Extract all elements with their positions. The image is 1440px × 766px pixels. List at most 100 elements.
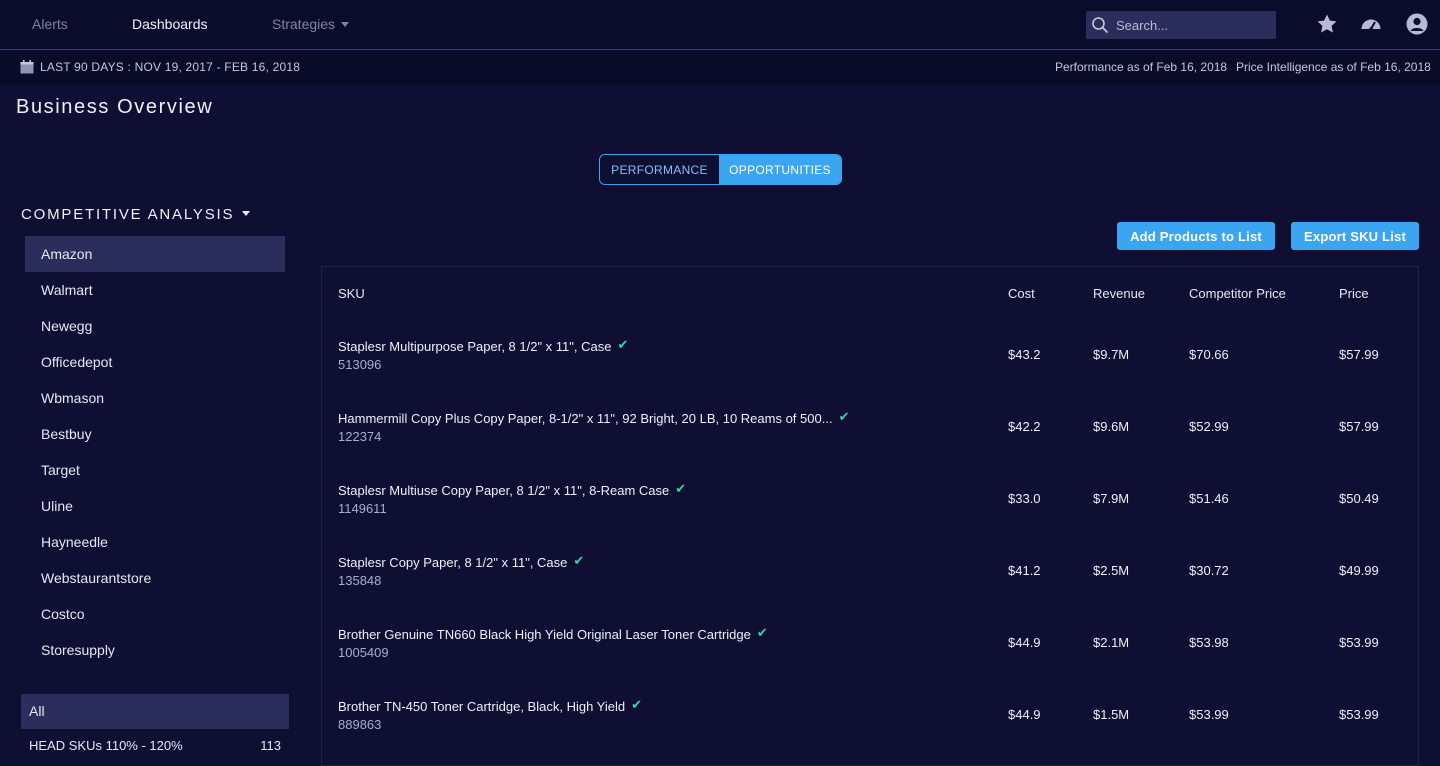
revenue-cell: $7.9M bbox=[1093, 491, 1130, 506]
competitor-item-storesupply[interactable]: Storesupply bbox=[25, 632, 285, 668]
revenue-cell: $9.6M bbox=[1093, 419, 1130, 434]
competitor-item-webstaurantstore[interactable]: Webstaurantstore bbox=[25, 560, 285, 596]
sku-number: 513096 bbox=[338, 357, 382, 372]
cost-cell: $42.2 bbox=[1008, 419, 1041, 434]
product-name-text: Brother TN-450 Toner Cartridge, Black, H… bbox=[338, 699, 626, 714]
competitor-item-amazon[interactable]: Amazon bbox=[25, 236, 285, 272]
competitor-price-cell: $51.46 bbox=[1189, 491, 1229, 506]
add-products-to-list-button[interactable]: Add Products to List bbox=[1117, 222, 1275, 250]
competitor-item-costco[interactable]: Costco bbox=[25, 596, 285, 632]
column-header-sku[interactable]: SKU bbox=[338, 286, 365, 301]
column-header-price[interactable]: Price bbox=[1339, 286, 1369, 301]
revenue-cell: $2.1M bbox=[1093, 635, 1130, 650]
sku-number: 1149611 bbox=[338, 501, 387, 516]
cost-cell: $43.2 bbox=[1008, 347, 1041, 362]
competitor-price-cell: $52.99 bbox=[1189, 419, 1229, 434]
competitor-item-newegg[interactable]: Newegg bbox=[25, 308, 285, 344]
price-cell: $50.49 bbox=[1339, 491, 1379, 506]
competitor-price-cell: $30.72 bbox=[1189, 563, 1229, 578]
competitive-analysis-dropdown[interactable]: COMPETITIVE ANALYSIS bbox=[21, 206, 251, 223]
column-header-revenue[interactable]: Revenue bbox=[1093, 286, 1145, 301]
competitor-price-cell: $53.98 bbox=[1189, 635, 1229, 650]
product-name[interactable]: Staplesr Multipurpose Paper, 8 1/2" x 11… bbox=[338, 337, 628, 354]
competitor-item-officedepot[interactable]: Officedepot bbox=[25, 344, 285, 380]
calendar-icon[interactable] bbox=[20, 60, 34, 74]
competitor-item-bestbuy[interactable]: Bestbuy bbox=[25, 416, 285, 452]
product-name[interactable]: Brother Genuine TN660 Black High Yield O… bbox=[338, 625, 768, 642]
search-input[interactable] bbox=[1086, 11, 1276, 39]
price-cell: $53.99 bbox=[1339, 635, 1379, 650]
product-name-text: Staplesr Multipurpose Paper, 8 1/2" x 11… bbox=[338, 339, 612, 354]
checkmark-icon: ✔ bbox=[617, 337, 629, 352]
checkmark-icon: ✔ bbox=[631, 697, 643, 712]
competitor-price-cell: $53.99 bbox=[1189, 707, 1229, 722]
star-icon[interactable] bbox=[1315, 12, 1339, 36]
price-cell: $53.99 bbox=[1339, 707, 1379, 722]
date-range-label[interactable]: LAST 90 DAYS : NOV 19, 2017 - FEB 16, 20… bbox=[40, 60, 300, 74]
revenue-cell: $2.5M bbox=[1093, 563, 1130, 578]
tab-opportunities[interactable]: OPPORTUNITIES bbox=[719, 155, 841, 184]
competitor-item-hayneedle[interactable]: Hayneedle bbox=[25, 524, 285, 560]
nav-strategies[interactable]: Strategies bbox=[272, 16, 350, 32]
nav-strategies-label: Strategies bbox=[272, 16, 336, 32]
checkmark-icon: ✔ bbox=[838, 409, 850, 424]
competitor-price-cell: $70.66 bbox=[1189, 347, 1229, 362]
price-cell: $57.99 bbox=[1339, 419, 1379, 434]
cost-cell: $41.2 bbox=[1008, 563, 1041, 578]
table-row[interactable]: Staplesr Copy Paper, 8 1/2" x 11", Case ✔… bbox=[322, 543, 1418, 615]
performance-asof: Performance as of Feb 16, 2018 bbox=[1055, 60, 1228, 74]
product-name-text: Staplesr Multiuse Copy Paper, 8 1/2" x 1… bbox=[338, 483, 670, 498]
product-name[interactable]: Staplesr Copy Paper, 8 1/2" x 11", Case ✔ bbox=[338, 553, 584, 570]
price-intelligence-asof: Price Intelligence as of Feb 16, 2018 bbox=[1236, 60, 1431, 74]
nav-dashboards[interactable]: Dashboards bbox=[132, 16, 208, 32]
product-name[interactable]: Hammermill Copy Plus Copy Paper, 8-1/2" … bbox=[338, 409, 849, 426]
sku-number: 889863 bbox=[338, 717, 382, 732]
revenue-cell: $9.7M bbox=[1093, 347, 1130, 362]
cost-cell: $33.0 bbox=[1008, 491, 1041, 506]
competitor-item-uline[interactable]: Uline bbox=[25, 488, 285, 524]
tab-performance[interactable]: PERFORMANCE bbox=[600, 155, 719, 184]
competitor-item-wbmason[interactable]: Wbmason bbox=[25, 380, 285, 416]
product-name[interactable]: Brother TN-450 Toner Cartridge, Black, H… bbox=[338, 697, 642, 714]
checkmark-icon: ✔ bbox=[675, 481, 687, 496]
cost-cell: $44.9 bbox=[1008, 635, 1041, 650]
sku-number: 122374 bbox=[338, 429, 382, 444]
chevron-down-icon bbox=[341, 22, 350, 27]
column-header-cost[interactable]: Cost bbox=[1008, 286, 1035, 301]
sku-number: 135848 bbox=[338, 573, 382, 588]
nav-alerts[interactable]: Alerts bbox=[32, 16, 68, 32]
product-name-text: Staplesr Copy Paper, 8 1/2" x 11", Case bbox=[338, 555, 568, 570]
table-row[interactable]: Brother TN-450 Toner Cartridge, Black, H… bbox=[322, 687, 1418, 759]
product-name-text: Brother Genuine TN660 Black High Yield O… bbox=[338, 627, 751, 642]
search-icon bbox=[1092, 17, 1108, 33]
table-row[interactable]: Staplesr Multipurpose Paper, 8 1/2" x 11… bbox=[322, 327, 1418, 399]
date-range-bar: LAST 90 DAYS : NOV 19, 2017 - FEB 16, 20… bbox=[0, 51, 1440, 85]
product-name[interactable]: Staplesr Multiuse Copy Paper, 8 1/2" x 1… bbox=[338, 481, 686, 498]
filter-all[interactable]: All bbox=[21, 694, 289, 729]
view-toggle: PERFORMANCE OPPORTUNITIES bbox=[599, 154, 842, 185]
chevron-down-icon bbox=[242, 211, 251, 216]
competitor-item-walmart[interactable]: Walmart bbox=[25, 272, 285, 308]
table-row[interactable]: Hammermill Copy Plus Copy Paper, 8-1/2" … bbox=[322, 399, 1418, 471]
competitive-analysis-title: COMPETITIVE ANALYSIS bbox=[21, 206, 235, 223]
column-header-competitor-price[interactable]: Competitor Price bbox=[1189, 286, 1286, 301]
page-title: Business Overview bbox=[16, 96, 214, 118]
competitor-list: Amazon Walmart Newegg Officedepot Wbmaso… bbox=[25, 236, 285, 668]
cost-cell: $44.9 bbox=[1008, 707, 1041, 722]
competitor-item-target[interactable]: Target bbox=[25, 452, 285, 488]
sku-table: SKU Cost Revenue Competitor Price Price … bbox=[321, 266, 1419, 766]
table-row[interactable]: Staplesr Multiuse Copy Paper, 8 1/2" x 1… bbox=[322, 471, 1418, 543]
sku-number: 1005409 bbox=[338, 645, 389, 660]
speedometer-icon[interactable] bbox=[1359, 12, 1383, 36]
checkmark-icon: ✔ bbox=[756, 625, 768, 640]
top-navigation: Alerts Dashboards Strategies bbox=[0, 0, 1440, 50]
price-cell: $49.99 bbox=[1339, 563, 1379, 578]
filter-head-skus-count: 113 bbox=[260, 738, 281, 753]
product-name-text: Hammermill Copy Plus Copy Paper, 8-1/2" … bbox=[338, 411, 833, 426]
revenue-cell: $1.5M bbox=[1093, 707, 1130, 722]
user-account-icon[interactable] bbox=[1405, 12, 1429, 36]
price-cell: $57.99 bbox=[1339, 347, 1379, 362]
filter-head-skus-label: HEAD SKUs 110% - 120% bbox=[29, 738, 183, 753]
export-sku-list-button[interactable]: Export SKU List bbox=[1291, 222, 1419, 250]
table-row[interactable]: Brother Genuine TN660 Black High Yield O… bbox=[322, 615, 1418, 687]
